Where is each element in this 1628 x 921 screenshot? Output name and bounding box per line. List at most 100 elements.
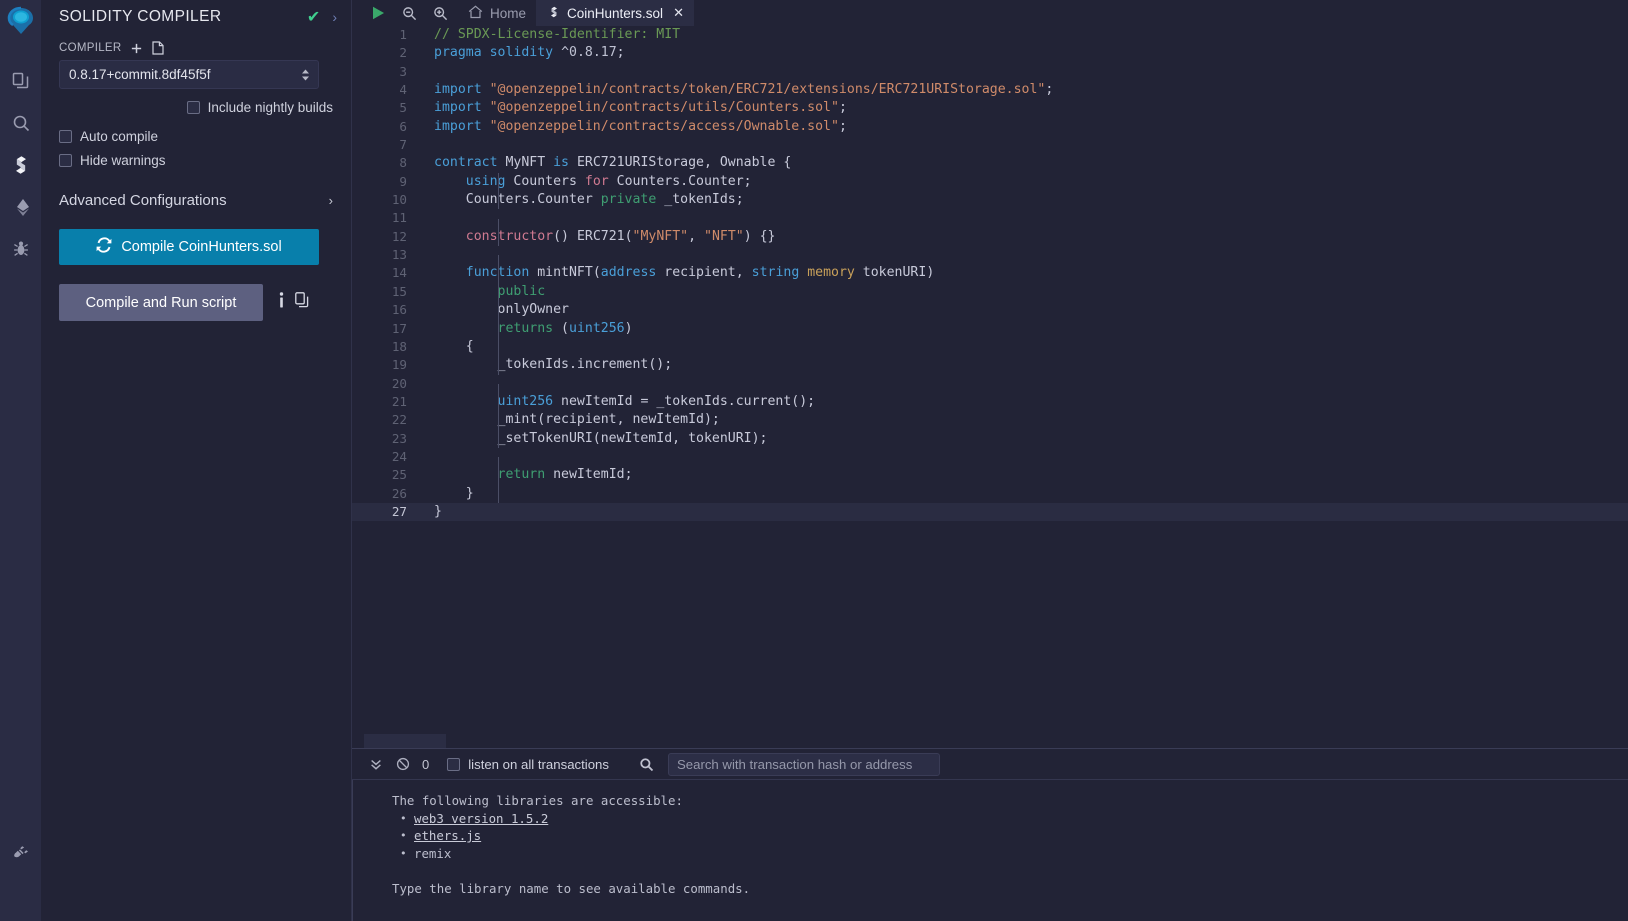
include-nightly-checkbox[interactable] bbox=[186, 101, 200, 114]
sidebar-item-file-explorer[interactable] bbox=[0, 60, 41, 102]
code-line-text: public bbox=[419, 282, 1628, 302]
line-number: 19 bbox=[391, 357, 407, 373]
code-line: 20 bbox=[352, 375, 1628, 403]
code-token: import bbox=[434, 82, 482, 98]
indent-guide bbox=[498, 466, 499, 485]
code-editor[interactable]: 1 // SPDX-License-Identifier: MIT 2 pragma … bbox=[351, 26, 1628, 735]
sidebar-item-debugger[interactable] bbox=[0, 228, 41, 270]
sidebar-item-solidity-compiler[interactable] bbox=[0, 144, 41, 186]
auto-compile-checkbox[interactable] bbox=[59, 130, 72, 143]
transaction-search-input[interactable] bbox=[667, 752, 940, 776]
main-area: Home CoinHunters.sol ✕ 1 // SPDX-License-… bbox=[351, 0, 1628, 921]
run-script-aux-icons bbox=[279, 291, 309, 314]
code-line: 14 function mintNFT(address recipient, s… bbox=[352, 264, 1628, 283]
code-line: 23 _setTokenURI(newItemId, tokenURI); bbox=[352, 429, 1628, 448]
code-token: string bbox=[751, 265, 800, 281]
terminal-library-link[interactable]: web3 version 1.5.2 bbox=[414, 811, 548, 826]
code-token: _setTokenURI(newItemId, tokenURI); bbox=[434, 430, 768, 446]
tab-home[interactable]: Home bbox=[456, 0, 536, 26]
activity-bar-bottom bbox=[0, 832, 41, 874]
compile-and-run-script-button[interactable]: Compile and Run script bbox=[59, 284, 263, 321]
terminal-spacer bbox=[392, 862, 1628, 880]
tab-coinhunters-sol[interactable]: CoinHunters.sol ✕ bbox=[536, 0, 694, 26]
code-line-text: _mint(recipient, newItemId); bbox=[419, 411, 1628, 430]
chevrons-down-icon[interactable] bbox=[362, 757, 389, 771]
hide-warnings-checkbox[interactable] bbox=[59, 154, 72, 167]
indent-guide bbox=[498, 191, 499, 210]
code-line: 9 using Counters for Counters.Counter; bbox=[352, 172, 1628, 192]
terminal-tab[interactable] bbox=[364, 734, 446, 748]
editor-toolbar-icons bbox=[352, 0, 456, 26]
home-icon bbox=[468, 5, 483, 22]
solidity-compiler-panel: SOLIDITY COMPILER ✔ › COMPILER 0.8.17+co… bbox=[41, 0, 351, 921]
auto-compile-label: Auto compile bbox=[80, 129, 159, 144]
terminal-toolbar: 0 listen on all transactions bbox=[352, 749, 1628, 780]
hide-warnings-label: Hide warnings bbox=[80, 153, 166, 168]
code-token: "NFT" bbox=[704, 228, 744, 244]
info-icon[interactable] bbox=[279, 291, 284, 314]
run-script-play-icon[interactable] bbox=[363, 0, 394, 26]
terminal-library-link[interactable]: ethers.js bbox=[414, 828, 481, 843]
chevron-right-icon: › bbox=[328, 193, 333, 208]
code-token: { bbox=[434, 338, 474, 354]
clear-console-icon[interactable] bbox=[389, 757, 416, 771]
indent-guide bbox=[498, 392, 499, 412]
code-line: 2 pragma solidity ^0.8.17; bbox=[352, 44, 1628, 62]
remix-logo-icon bbox=[0, 0, 41, 41]
zoom-in-icon[interactable] bbox=[425, 0, 456, 26]
advanced-configurations-toggle[interactable]: Advanced Configurations › bbox=[59, 192, 333, 209]
hide-warnings-row[interactable]: Hide warnings bbox=[59, 153, 333, 168]
code-line: 24 bbox=[352, 448, 1628, 476]
terminal-left-rule bbox=[352, 780, 353, 921]
zoom-out-icon[interactable] bbox=[394, 0, 425, 26]
terminal-output[interactable]: The following libraries are accessible: … bbox=[352, 780, 1628, 921]
line-number: 9 bbox=[399, 173, 407, 189]
code-token: newItemId = _tokenIds.current(); bbox=[553, 393, 816, 409]
transaction-count: 0 bbox=[422, 756, 430, 772]
panel-expand-chevron-icon[interactable]: › bbox=[332, 9, 337, 25]
code-line: 1 // SPDX-License-Identifier: MIT bbox=[352, 26, 1628, 44]
select-arrows-icon bbox=[301, 68, 310, 81]
compiler-version-select[interactable]: 0.8.17+commit.8df45f5f bbox=[59, 60, 319, 89]
sidebar-item-search[interactable] bbox=[0, 102, 41, 144]
code-token: constructor bbox=[465, 228, 554, 244]
indent-guide bbox=[498, 301, 499, 320]
line-number: 21 bbox=[391, 393, 407, 409]
line-number: 12 bbox=[391, 228, 407, 244]
code-content: 1 // SPDX-License-Identifier: MIT 2 pragma … bbox=[352, 26, 1628, 522]
listen-all-transactions-checkbox[interactable] bbox=[447, 757, 461, 771]
code-line: 21 uint256 newItemId = _tokenIds.current… bbox=[352, 392, 1628, 412]
listen-on-all-transactions-row[interactable]: listen on all transactions bbox=[447, 757, 609, 772]
code-token: ; bbox=[838, 118, 847, 134]
code-token: return bbox=[497, 467, 546, 483]
code-line: 4 import "@openzeppelin/contracts/token/E… bbox=[352, 81, 1628, 99]
close-icon[interactable]: ✕ bbox=[673, 5, 684, 21]
add-custom-compiler-icon[interactable] bbox=[130, 42, 143, 55]
compile-button[interactable]: Compile CoinHunters.sol bbox=[59, 229, 319, 265]
copy-icon[interactable] bbox=[295, 292, 309, 313]
code-line: 22 _mint(recipient, newItemId); bbox=[352, 411, 1628, 430]
code-line: 17 returns (uint256) bbox=[352, 319, 1628, 338]
include-nightly-builds-row[interactable]: Include nightly builds bbox=[59, 100, 333, 115]
compiler-config-file-icon[interactable] bbox=[152, 41, 165, 55]
code-token: ERC721URIStorage, Ownable { bbox=[569, 155, 792, 171]
code-line: 26 } bbox=[352, 484, 1628, 503]
code-token: private bbox=[600, 192, 657, 208]
terminal-search-icon[interactable] bbox=[639, 757, 654, 772]
code-line-text: contract MyNFT is ERC721URIStorage, Owna… bbox=[419, 154, 1628, 172]
sidebar-item-deploy-run[interactable] bbox=[0, 186, 41, 228]
code-token: is bbox=[553, 155, 569, 171]
code-line: 18 { bbox=[352, 337, 1628, 357]
auto-compile-row[interactable]: Auto compile bbox=[59, 129, 333, 144]
code-token: contract bbox=[434, 155, 498, 171]
code-token: import bbox=[434, 100, 482, 116]
code-token: , bbox=[688, 228, 704, 244]
plugin-manager-icon[interactable] bbox=[0, 832, 41, 874]
code-token: public bbox=[497, 283, 546, 299]
editor-toolbar: Home CoinHunters.sol ✕ bbox=[351, 0, 1628, 26]
code-token: Counters.Counter; bbox=[608, 173, 752, 189]
code-token: _mint(recipient, newItemId); bbox=[434, 412, 720, 428]
